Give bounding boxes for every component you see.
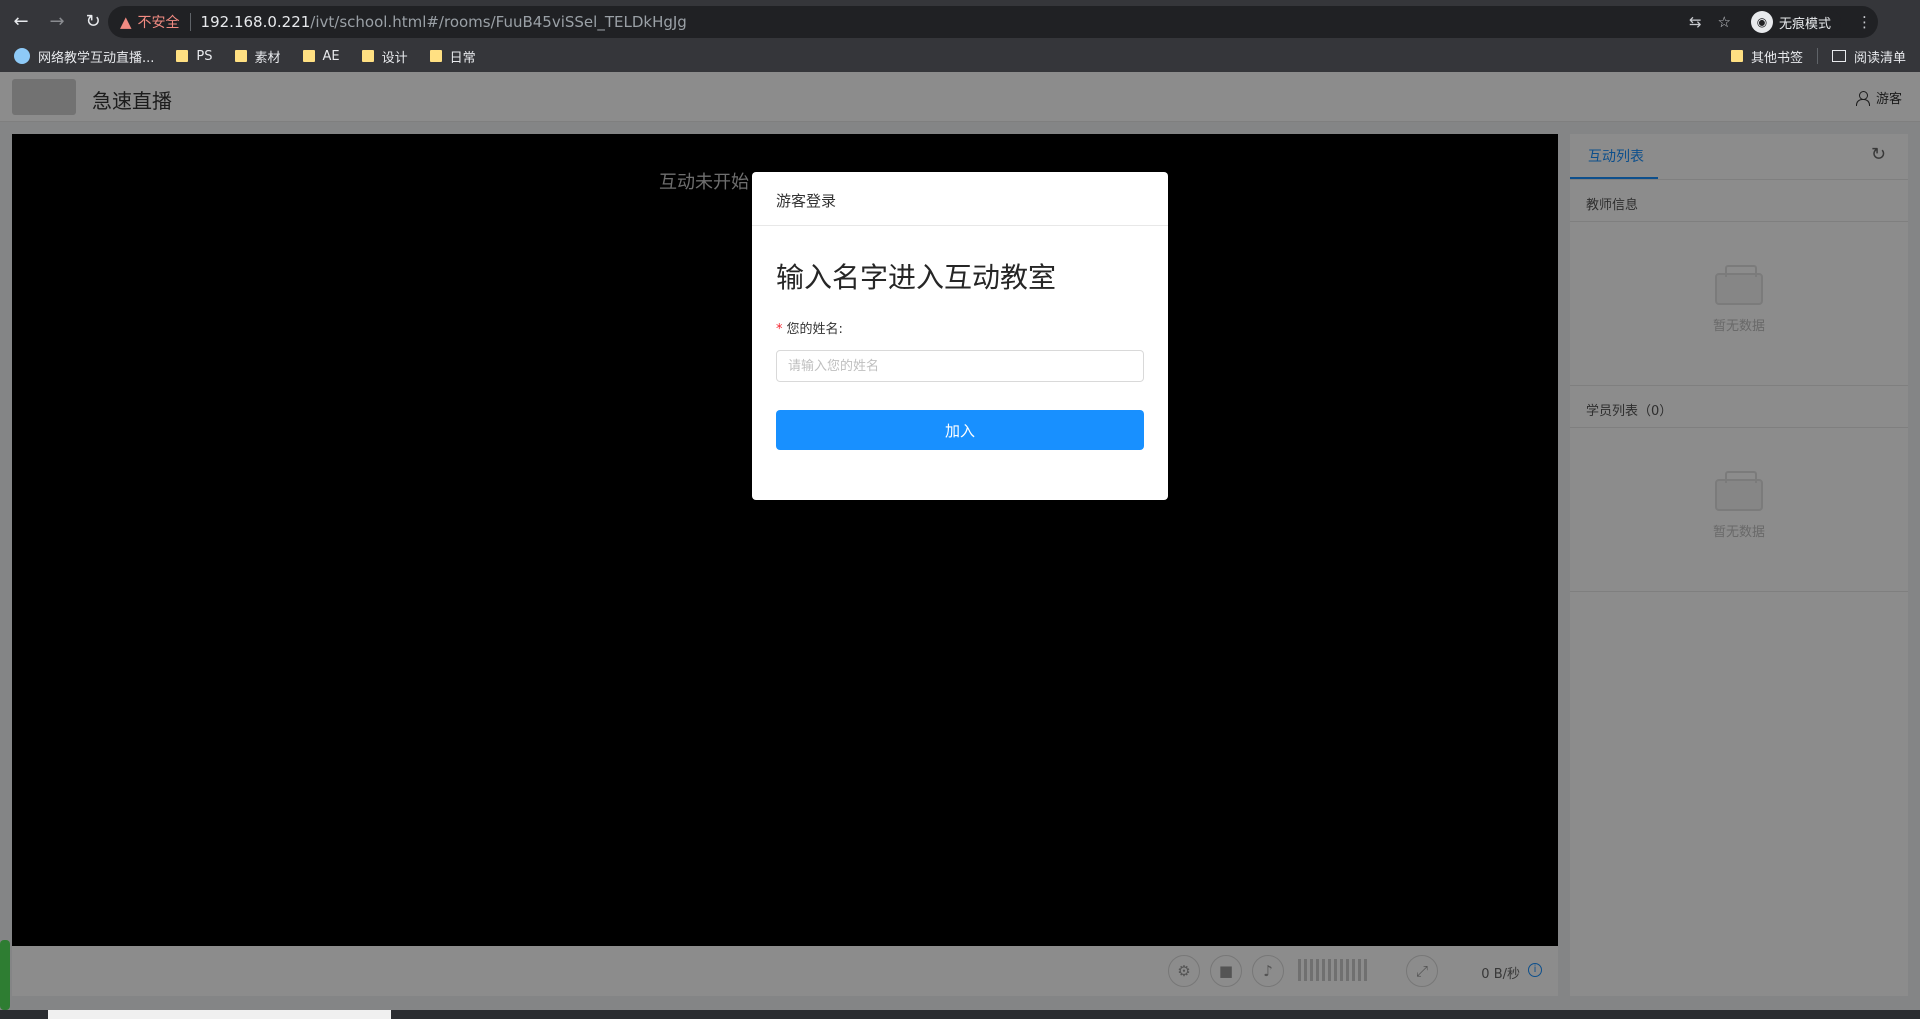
bookmark-item[interactable]: PS <box>176 48 213 64</box>
folder-icon <box>361 50 374 62</box>
audio-level-indicator <box>0 940 10 1010</box>
bookmark-label: 网络教学互动直播... <box>38 50 155 66</box>
bookmark-label: 阅读清单 <box>1853 50 1906 66</box>
url-path: /ivt/school.html#/rooms/FuuB45viSSel_TEL… <box>310 13 687 31</box>
security-label[interactable]: 不安全 <box>138 12 180 32</box>
address-bar[interactable]: ▲ 不安全 192.168.0.221/ivt/school.html#/roo… <box>108 6 1878 38</box>
bookmark-item[interactable]: 日常 <box>429 47 476 66</box>
warning-icon: ▲ <box>120 13 132 31</box>
cloud-icon <box>14 48 30 64</box>
reload-icon[interactable]: ↻ <box>78 6 108 36</box>
bookmark-label: 日常 <box>449 50 476 66</box>
bookmark-item[interactable]: 素材 <box>234 47 281 66</box>
incognito-badge[interactable]: ◉ 无痕模式 <box>1746 9 1841 35</box>
page-content: 急速直播 游客 互动未开始 ⚙ ■ ♪ ⤢ 0 B/秒 i 互动列表 ↻ 教师信… <box>0 72 1920 1012</box>
name-field-label-text: 您的姓名: <box>786 322 843 337</box>
folder-icon <box>176 50 189 62</box>
url-host: 192.168.0.221 <box>200 13 311 31</box>
divider <box>189 13 191 31</box>
browser-chrome: ← → ↻ ▲ 不安全 192.168.0.221/ivt/school.htm… <box>0 0 1920 72</box>
name-input[interactable] <box>776 350 1144 382</box>
guest-login-dialog: 游客登录 输入名字进入互动教室 *您的姓名: 加入 <box>752 172 1168 500</box>
folder-icon <box>234 50 247 62</box>
incognito-icon: ◉ <box>1750 11 1773 33</box>
incognito-label: 无痕模式 <box>1778 16 1831 32</box>
dialog-heading: 输入名字进入互动教室 <box>776 261 1057 294</box>
bookmark-item[interactable]: 设计 <box>361 47 408 66</box>
bookmark-item[interactable]: AE <box>302 48 340 64</box>
folder-icon <box>1730 50 1743 62</box>
reading-list[interactable]: 阅读清单 <box>1831 47 1906 66</box>
back-icon[interactable]: ← <box>6 6 36 36</box>
reading-list-icon <box>1831 50 1846 62</box>
name-field-label: * 您的姓名: <box>776 318 843 337</box>
bookmark-item[interactable]: 网络教学互动直播... <box>14 47 154 66</box>
dialog-title: 游客登录 <box>752 172 1168 226</box>
menu-icon[interactable]: ⋮ <box>1857 13 1872 31</box>
os-taskbar <box>0 1010 1920 1019</box>
folder-icon <box>429 50 442 62</box>
forward-icon[interactable]: → <box>42 6 72 36</box>
join-button[interactable]: 加入 <box>776 410 1144 450</box>
bookmark-label: 设计 <box>381 50 408 66</box>
required-mark: * <box>776 322 783 337</box>
folder-icon <box>302 50 315 62</box>
divider <box>1816 48 1818 64</box>
other-bookmarks[interactable]: 其他书签 <box>1730 47 1803 66</box>
bookmark-label: PS <box>196 48 213 64</box>
star-icon[interactable]: ☆ <box>1718 13 1731 31</box>
address-bar-actions: ⇆ ☆ ◉ 无痕模式 ⋮ <box>1689 9 1872 35</box>
bookmark-label: 其他书签 <box>1750 50 1803 66</box>
taskbar-item <box>48 1010 391 1019</box>
bookmark-label: AE <box>322 48 340 64</box>
bookmark-label: 素材 <box>254 50 281 66</box>
bookmarks-right: 其他书签 阅读清单 <box>1730 40 1906 72</box>
bookmarks-bar: 网络教学互动直播... PS 素材 AE 设计 日常 其他书签 阅读清单 <box>0 40 1920 72</box>
browser-toolbar: ← → ↻ ▲ 不安全 192.168.0.221/ivt/school.htm… <box>0 2 1920 40</box>
translate-icon[interactable]: ⇆ <box>1689 13 1702 31</box>
